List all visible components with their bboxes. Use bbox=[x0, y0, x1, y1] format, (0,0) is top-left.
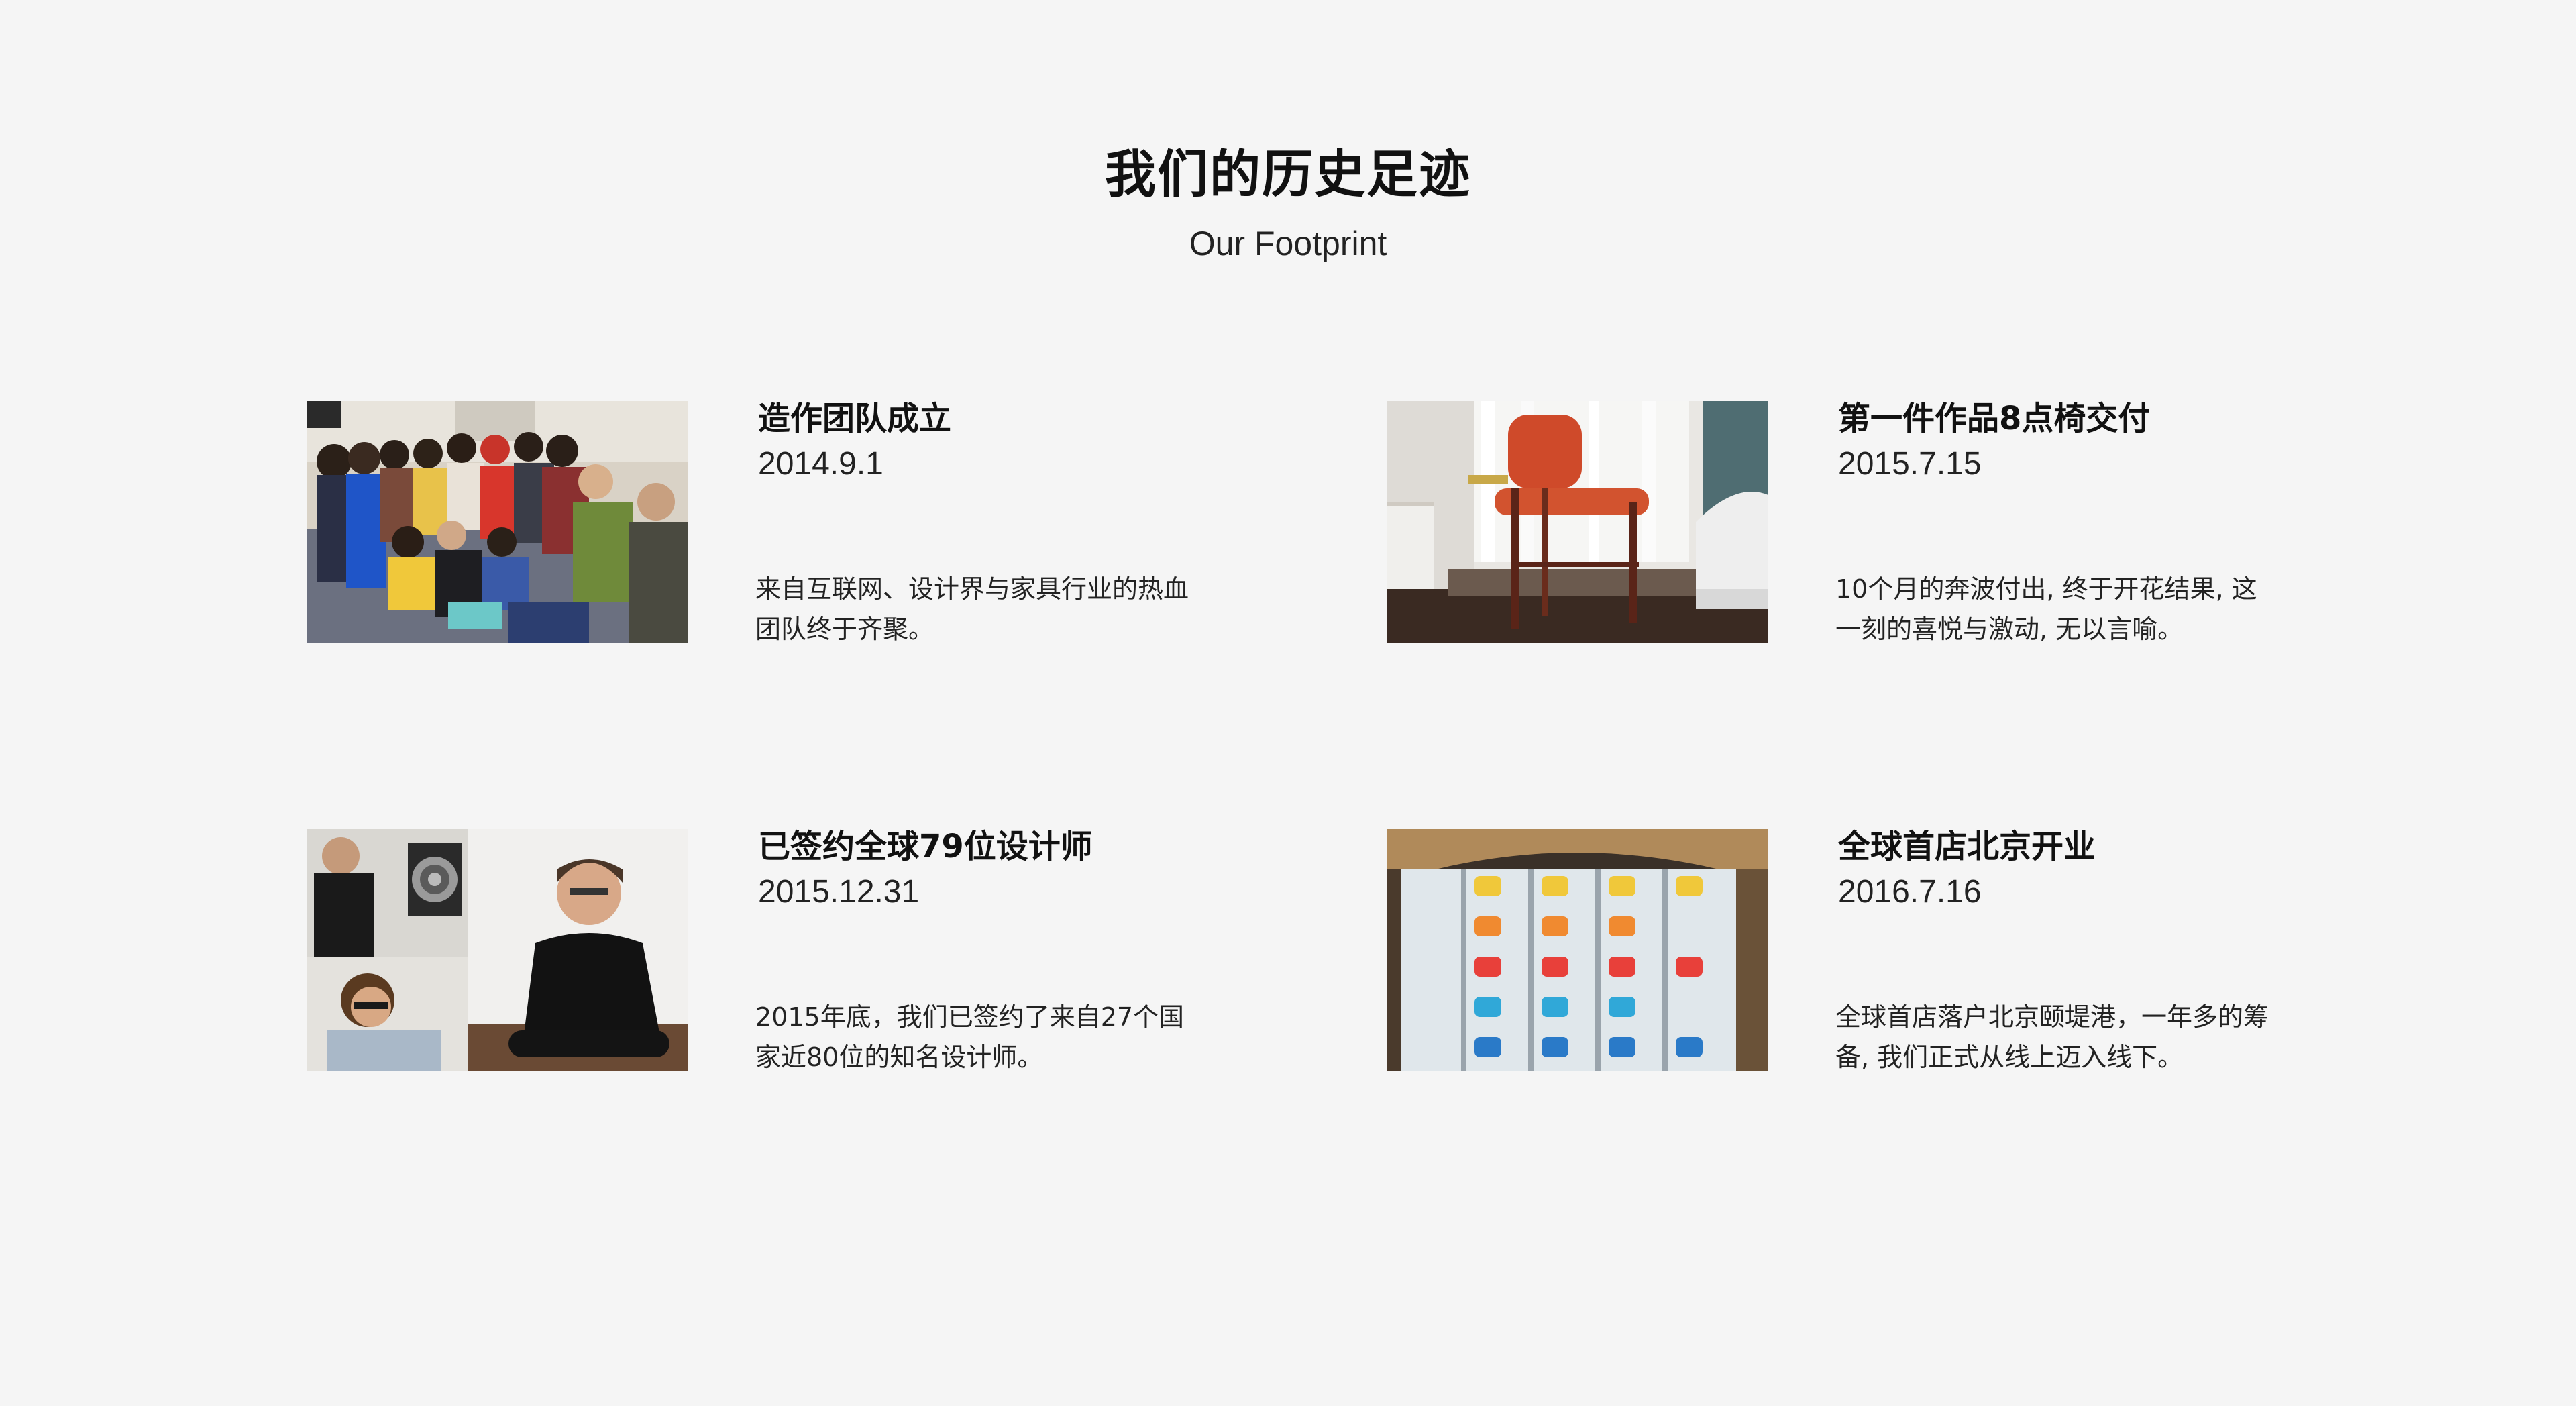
team-group-photo bbox=[307, 401, 688, 643]
store-display-photo bbox=[1387, 829, 1768, 1071]
milestone-date: 2015.12.31 bbox=[758, 874, 920, 910]
milestone-description: 全球首店落户北京颐堤港，一年多的筹备, 我们正式从线上迈入线下。 bbox=[1835, 1002, 2269, 1072]
milestone-date: 2014.9.1 bbox=[758, 446, 883, 482]
milestone-card-first-store: 全球首店北京开业 2016.7.16 全球首店落户北京颐堤港，一年多的筹备, 我… bbox=[1387, 828, 2326, 1072]
section-title: 我们的历史足迹 bbox=[1105, 144, 1471, 204]
milestone-date: 2016.7.16 bbox=[1838, 874, 1982, 910]
footprint-page: 我们的历史足迹 Our Footprint 造作团队成立 2014.9.1 来自… bbox=[0, 0, 2576, 1406]
milestone-description: 2015年底，我们已签约了来自27个国家近80位的知名设计师。 bbox=[755, 1002, 1185, 1072]
milestone-card-designers: 已签约全球79位设计师 2015.12.31 2015年底，我们已签约了来自27… bbox=[307, 828, 1246, 1072]
designers-collage-photo bbox=[307, 829, 688, 1071]
red-chair-photo bbox=[1387, 401, 1768, 643]
milestone-date: 2015.7.15 bbox=[1838, 446, 1982, 482]
milestone-card-team-founded: 造作团队成立 2014.9.1 来自互联网、设计界与家具行业的热血团队终于齐聚。 bbox=[307, 400, 1246, 644]
milestone-title: 全球首店北京开业 bbox=[1838, 828, 2096, 865]
milestone-description: 来自互联网、设计界与家具行业的热血团队终于齐聚。 bbox=[755, 574, 1189, 644]
milestone-title: 已签约全球79位设计师 bbox=[758, 828, 1093, 865]
milestone-card-first-product: 第一件作品8点椅交付 2015.7.15 10个月的奔波付出, 终于开花结果, … bbox=[1387, 400, 2326, 644]
milestone-description: 10个月的奔波付出, 终于开花结果, 这一刻的喜悦与激动, 无以言喻。 bbox=[1835, 574, 2257, 644]
milestone-title: 造作团队成立 bbox=[758, 400, 952, 437]
section-subtitle: Our Footprint bbox=[1189, 225, 1387, 262]
milestone-title: 第一件作品8点椅交付 bbox=[1838, 400, 2151, 437]
